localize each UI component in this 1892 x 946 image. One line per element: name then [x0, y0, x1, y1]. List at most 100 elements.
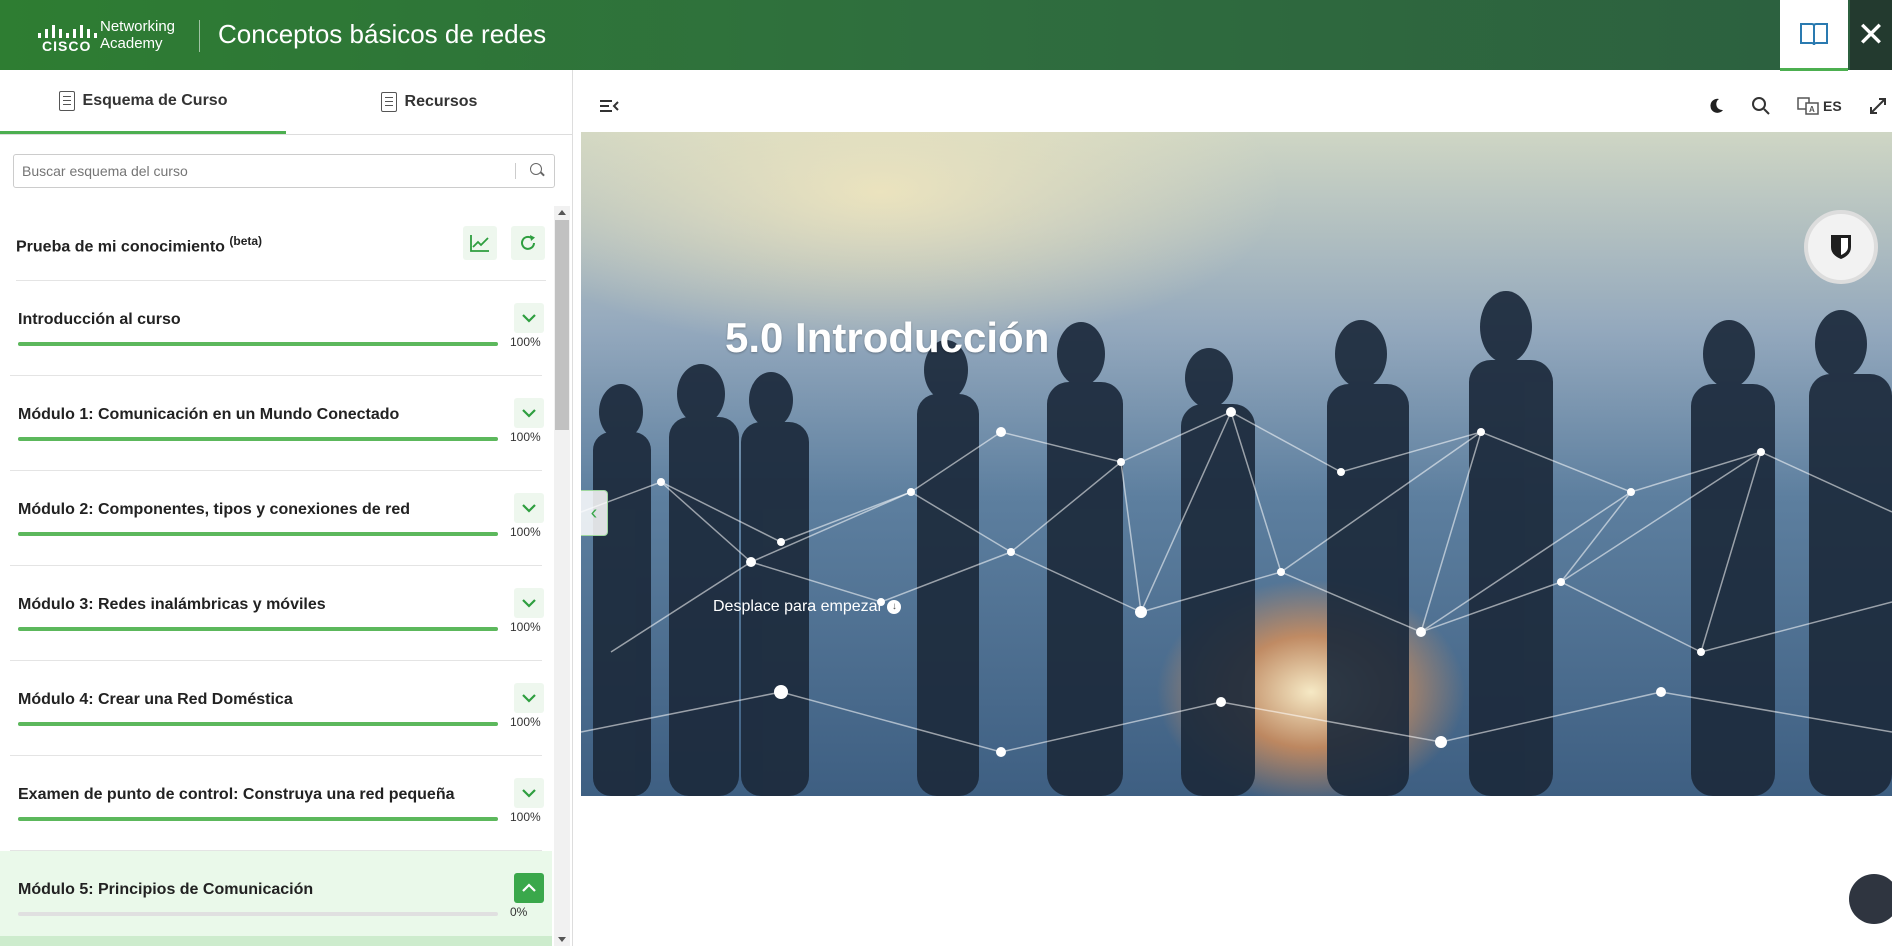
cisco-networking-academy-logo[interactable]: CISCO Networking Academy	[36, 16, 186, 56]
cisco-wordmark: CISCO	[42, 38, 92, 54]
hero-banner: 5.0 Introducción Desplace para empezar ↓…	[581, 132, 1892, 796]
module-row[interactable]: Módulo 4: Crear una Red Doméstica 100%	[0, 661, 552, 756]
knowledge-check-row[interactable]: Prueba de mi conocimiento (beta)	[16, 206, 546, 281]
expand-button[interactable]	[514, 493, 544, 523]
progress-percent: 100%	[510, 715, 541, 729]
search-icon[interactable]	[530, 163, 542, 175]
chevron-down-icon	[522, 789, 536, 798]
arrow-down-circle-icon: ↓	[887, 599, 902, 614]
search-icon	[1752, 97, 1770, 115]
expand-button[interactable]	[514, 303, 544, 333]
chevron-down-icon	[522, 599, 536, 608]
expand-button[interactable]	[514, 588, 544, 618]
progress-percent: 100%	[510, 335, 541, 349]
floating-assistant-icon[interactable]	[1849, 874, 1892, 924]
networking-academy-text: Networking Academy	[100, 18, 176, 52]
module-title: Examen de punto de control: Construya un…	[18, 786, 455, 803]
language-code: ES	[1823, 98, 1842, 114]
module-title: Módulo 2: Componentes, tipos y conexione…	[18, 501, 411, 518]
language-button[interactable]: A ES	[1797, 94, 1842, 118]
previous-page-button[interactable]: ‹	[581, 490, 608, 536]
scroll-down-arrow-icon[interactable]	[558, 937, 566, 942]
progress-fill	[18, 437, 498, 441]
search-separator	[515, 163, 516, 179]
progress-fill	[18, 817, 498, 821]
progress-fill	[18, 532, 498, 536]
module-row[interactable]: Examen de punto de control: Construya un…	[0, 756, 552, 851]
sidebar-tabs: Esquema de Curso Recursos	[0, 70, 572, 135]
business-people-network-image	[581, 291, 1892, 796]
module-title: Módulo 4: Crear una Red Doméstica	[18, 691, 293, 708]
cisco-bars-icon	[38, 20, 101, 38]
outline-search	[13, 154, 555, 188]
toggle-sidebar-button[interactable]	[599, 94, 619, 118]
top-header: CISCO Networking Academy Conceptos básic…	[0, 0, 1892, 71]
reset-button[interactable]	[511, 226, 545, 260]
collapse-button[interactable]	[514, 873, 544, 903]
search-input[interactable]	[20, 155, 524, 187]
book-icon	[1800, 23, 1828, 46]
section-title: 5.0 Introducción	[725, 314, 1050, 361]
scroll-up-arrow-icon[interactable]	[558, 210, 566, 215]
chevron-down-icon	[522, 694, 536, 703]
refresh-icon	[521, 235, 535, 250]
tab-label: Recursos	[404, 93, 478, 110]
beta-tag: (beta)	[229, 234, 263, 248]
progress-bar	[18, 532, 498, 536]
module-row[interactable]: Módulo 2: Componentes, tipos y conexione…	[0, 471, 552, 566]
search-button[interactable]	[1751, 94, 1771, 118]
progress-percent: 100%	[510, 525, 541, 539]
dark-mode-button[interactable]	[1707, 94, 1725, 118]
progress-fill	[18, 627, 498, 631]
document-icon	[380, 92, 397, 112]
scroll-to-start-label[interactable]: Desplace para empezar ↓	[713, 598, 902, 616]
shield-icon	[1831, 235, 1851, 259]
chevron-down-icon	[522, 314, 536, 323]
bitwarden-extension-button[interactable]	[1804, 210, 1878, 284]
expand-button[interactable]	[514, 398, 544, 428]
progress-bar	[18, 722, 498, 726]
module-row[interactable]: Módulo 3: Redes inalámbricas y móviles 1…	[0, 566, 552, 661]
menu-collapse-icon	[600, 100, 619, 112]
outline-list: Prueba de mi conocimiento (beta) Introdu…	[0, 206, 552, 946]
chevron-up-icon	[522, 883, 536, 892]
module-title: Módulo 1: Comunicación en un Mundo Conec…	[18, 406, 400, 423]
chevron-left-icon: ‹	[590, 501, 598, 524]
moon-icon	[1710, 98, 1723, 113]
knowledge-check-title: Prueba de mi conocimiento (beta)	[16, 234, 263, 256]
progress-percent: 100%	[510, 620, 541, 634]
scrollbar-thumb[interactable]	[555, 220, 569, 430]
tab-label: Esquema de Curso	[82, 91, 228, 109]
tab-course-outline[interactable]: Esquema de Curso	[0, 70, 286, 134]
document-list-icon	[58, 90, 75, 111]
module-row-current[interactable]: Módulo 5: Principios de Comunicación 0%	[0, 851, 552, 946]
close-button[interactable]: ✕	[1850, 0, 1892, 70]
module-row[interactable]: Introducción al curso 100%	[0, 281, 552, 376]
fullscreen-button[interactable]	[1869, 94, 1887, 118]
progress-percent: 0%	[510, 905, 528, 919]
course-title: Conceptos básicos de redes	[218, 19, 547, 49]
progress-chart-button[interactable]	[463, 226, 497, 260]
expand-button[interactable]	[514, 778, 544, 808]
module-title: Módulo 3: Redes inalámbricas y móviles	[18, 596, 326, 613]
header-divider	[199, 20, 200, 52]
chevron-down-icon	[522, 504, 536, 513]
module-row[interactable]: Módulo 1: Comunicación en un Mundo Conec…	[0, 376, 552, 471]
translate-icon: A	[1797, 97, 1819, 115]
expand-button[interactable]	[514, 683, 544, 713]
content-toolbar: A ES	[581, 80, 1892, 133]
progress-percent: 100%	[510, 430, 541, 444]
progress-percent: 100%	[510, 810, 541, 824]
course-outline-sidebar: Esquema de Curso Recursos Prueba de mi c…	[0, 70, 573, 946]
course-outline-button[interactable]	[1780, 0, 1848, 71]
progress-fill	[18, 342, 498, 346]
expand-arrows-icon	[1870, 98, 1886, 114]
tab-resources[interactable]: Recursos	[286, 70, 572, 134]
content-area: A ES 5.0 Introducción Desplace para empe…	[581, 80, 1892, 946]
progress-bar	[18, 627, 498, 631]
module-title: Módulo 5: Principios de Comunicación	[18, 881, 314, 898]
module-title: Introducción al curso	[18, 311, 181, 328]
chevron-down-icon	[522, 409, 536, 418]
sidebar-scrollbar[interactable]	[554, 206, 570, 946]
progress-bar	[18, 437, 498, 441]
